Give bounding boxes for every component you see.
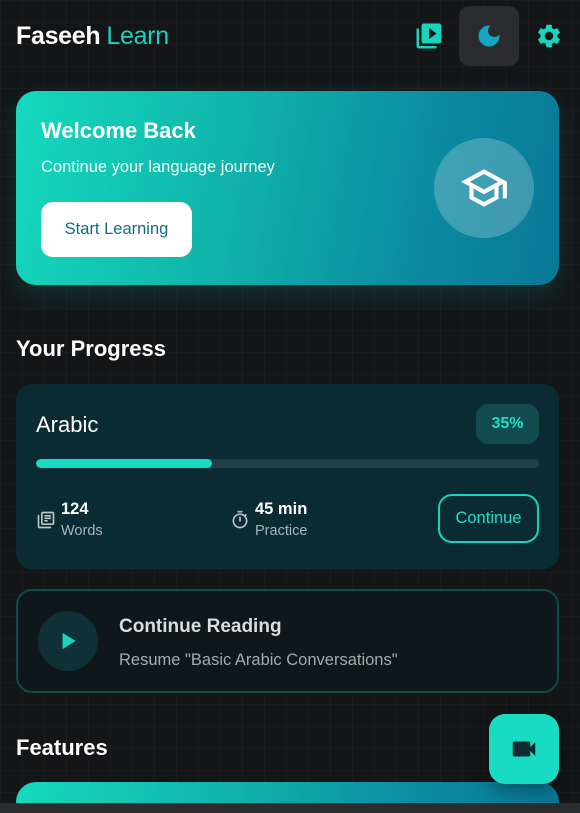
brand-secondary: Learn xyxy=(106,22,169,50)
language-name: Arabic xyxy=(36,412,99,437)
words-stat: 124 Words xyxy=(36,498,156,539)
practice-value: 45 min xyxy=(255,500,308,518)
continue-button[interactable]: Continue xyxy=(438,494,539,543)
brand-primary: Faseeh xyxy=(16,22,101,50)
start-learning-button[interactable]: Start Learning xyxy=(41,202,192,257)
hero-title: Welcome Back xyxy=(41,118,196,143)
video-call-fab[interactable] xyxy=(489,714,559,784)
practice-label: Practice xyxy=(255,523,308,539)
video-camera-icon xyxy=(512,741,536,757)
continue-reading-title: Continue Reading xyxy=(119,616,282,637)
features-section-title: Features xyxy=(16,735,108,760)
continue-reading-card[interactable]: Continue Reading Resume "Basic Arabic Co… xyxy=(16,589,559,693)
progress-percent-badge: 35% xyxy=(476,404,539,444)
hero-subtitle: Continue your language journey xyxy=(41,158,275,176)
moon-icon xyxy=(478,25,500,47)
app-brand: Faseeh Learn xyxy=(16,22,169,51)
words-label: Words xyxy=(61,523,103,539)
graduation-cap-icon xyxy=(461,169,507,207)
welcome-hero-card: Welcome Back Continue your language jour… xyxy=(16,91,559,285)
video-library-icon xyxy=(416,23,442,49)
practice-stat: 45 min Practice xyxy=(230,498,360,539)
video-library-button[interactable] xyxy=(410,17,448,55)
progress-bar-fill xyxy=(36,459,213,468)
bottom-edge xyxy=(0,803,580,813)
play-icon xyxy=(62,632,76,650)
settings-button[interactable] xyxy=(530,17,568,55)
play-button[interactable] xyxy=(38,611,98,671)
words-value: 124 xyxy=(61,500,89,518)
stopwatch-icon xyxy=(232,510,248,529)
progress-bar xyxy=(36,459,539,468)
progress-section-title: Your Progress xyxy=(16,336,166,361)
document-list-icon xyxy=(37,511,55,529)
continue-reading-subtitle: Resume "Basic Arabic Conversations" xyxy=(119,651,398,669)
gear-icon xyxy=(538,24,560,48)
hero-badge xyxy=(434,138,534,238)
theme-toggle-button[interactable] xyxy=(459,6,519,66)
language-progress-card: Arabic 35% 124 Words 45 min Practice Con… xyxy=(16,384,559,569)
top-bar: Faseeh Learn xyxy=(0,0,580,74)
